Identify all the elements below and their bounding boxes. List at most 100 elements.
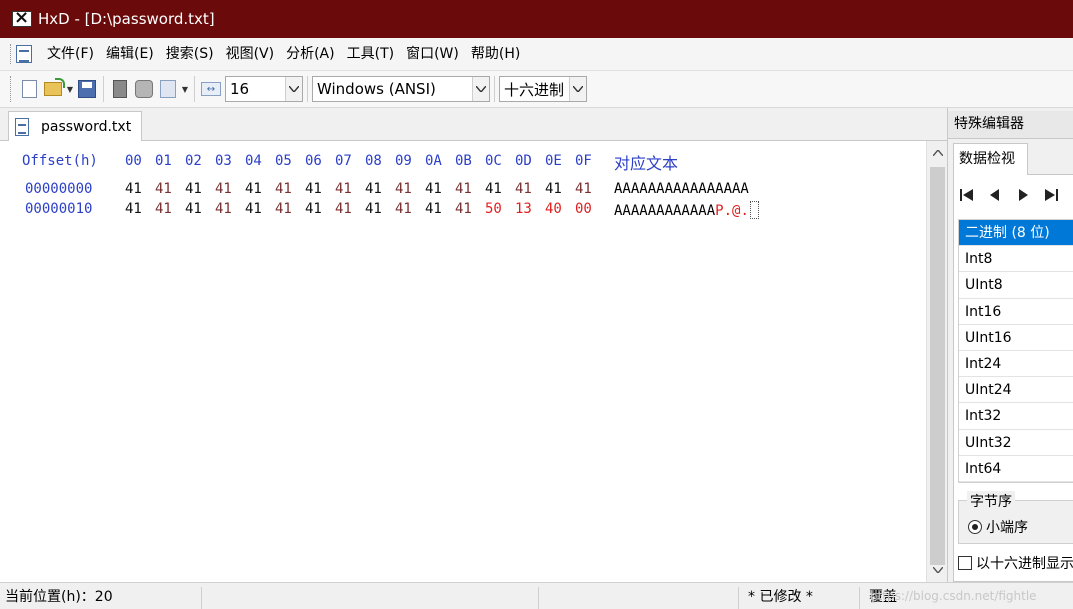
text-column-cell[interactable]: AAAAAAAAAAAAP.@. bbox=[614, 201, 759, 219]
menu-analysis[interactable]: 分析(A) bbox=[280, 38, 341, 71]
open-ram-button[interactable] bbox=[132, 76, 156, 102]
hex-byte[interactable]: 41 bbox=[575, 181, 592, 197]
menu-search[interactable]: 搜索(S) bbox=[160, 38, 220, 71]
data-type-item[interactable]: Int32 bbox=[959, 403, 1073, 430]
hex-byte[interactable]: 41 bbox=[425, 201, 442, 217]
hex-byte[interactable]: 41 bbox=[185, 181, 202, 197]
bytes-per-row-select[interactable]: 16 bbox=[225, 76, 303, 102]
menu-tools[interactable]: 工具(T) bbox=[341, 38, 400, 71]
menu-file[interactable]: 文件(F) bbox=[41, 38, 100, 71]
document-tab-bar: password.txt bbox=[0, 108, 947, 142]
hex-byte[interactable]: 41 bbox=[275, 181, 292, 197]
bytes-per-row-icon-button[interactable]: ↔ bbox=[199, 76, 223, 102]
data-type-item[interactable]: UInt24 bbox=[959, 377, 1073, 404]
page-dropdown-arrow[interactable]: ▼ bbox=[180, 76, 190, 102]
hex-byte[interactable]: 41 bbox=[395, 181, 412, 197]
menu-help[interactable]: 帮助(H) bbox=[465, 38, 526, 71]
page-icon bbox=[160, 80, 176, 98]
save-button[interactable] bbox=[75, 76, 99, 102]
hex-byte[interactable]: 41 bbox=[185, 201, 202, 217]
vertical-scrollbar[interactable] bbox=[926, 141, 947, 582]
menu-view[interactable]: 视图(V) bbox=[220, 38, 281, 71]
hex-byte[interactable]: 41 bbox=[365, 201, 382, 217]
hex-byte[interactable]: 41 bbox=[275, 201, 292, 217]
hex-byte[interactable]: 41 bbox=[335, 181, 352, 197]
next-icon[interactable] bbox=[1014, 186, 1032, 204]
hex-byte[interactable]: 41 bbox=[305, 201, 322, 217]
hex-byte[interactable]: 00 bbox=[575, 201, 592, 217]
caret-cursor bbox=[749, 201, 759, 219]
hex-byte[interactable]: 41 bbox=[125, 181, 142, 197]
charset-select[interactable]: Windows (ANSI) bbox=[312, 76, 490, 102]
show-hex-checkbox[interactable]: 以十六进制显示 bbox=[958, 553, 1073, 573]
document-icon[interactable] bbox=[16, 45, 32, 63]
hex-byte[interactable]: 41 bbox=[485, 181, 502, 197]
data-type-item[interactable]: UInt32 bbox=[959, 429, 1073, 456]
hex-byte[interactable]: 41 bbox=[455, 181, 472, 197]
hex-byte[interactable]: 41 bbox=[245, 181, 262, 197]
hex-byte[interactable]: 41 bbox=[365, 181, 382, 197]
hex-byte[interactable]: 41 bbox=[335, 201, 352, 217]
hxd-app-icon[interactable] bbox=[12, 7, 32, 28]
offset-base-select[interactable]: 十六进制 bbox=[499, 76, 587, 102]
data-type-item[interactable]: Int24 bbox=[959, 350, 1073, 378]
scroll-up-icon[interactable] bbox=[927, 143, 948, 163]
toolbar-grip[interactable] bbox=[10, 76, 13, 102]
data-type-item[interactable]: Int16 bbox=[959, 298, 1073, 325]
radio-selected-icon[interactable] bbox=[968, 520, 982, 534]
menu-window[interactable]: 窗口(W) bbox=[400, 38, 465, 71]
bytes-per-row-value: 16 bbox=[230, 80, 250, 98]
hex-byte[interactable]: 41 bbox=[515, 181, 532, 197]
data-type-item[interactable]: UInt16 bbox=[959, 324, 1073, 351]
hex-byte[interactable]: 41 bbox=[245, 201, 262, 217]
hex-byte[interactable]: 40 bbox=[545, 201, 562, 217]
little-endian-label: 小端序 bbox=[986, 520, 1028, 536]
data-type-item[interactable]: UInt8 bbox=[959, 272, 1073, 299]
text-column-header: 对应文本 bbox=[614, 154, 679, 173]
data-type-item[interactable]: Int64 bbox=[959, 455, 1073, 482]
toolbar-separator bbox=[103, 76, 104, 102]
new-file-button[interactable] bbox=[17, 76, 41, 102]
hex-byte[interactable]: 41 bbox=[455, 201, 472, 217]
data-type-item[interactable]: Int8 bbox=[959, 246, 1073, 273]
hex-byte[interactable]: 13 bbox=[515, 201, 532, 217]
open-file-button[interactable] bbox=[41, 76, 65, 102]
little-endian-radio[interactable]: 小端序 bbox=[968, 517, 1028, 537]
open-dropdown-arrow[interactable]: ▼ bbox=[65, 76, 75, 102]
first-icon[interactable] bbox=[958, 186, 976, 204]
hex-byte[interactable]: 41 bbox=[215, 201, 232, 217]
scroll-down-icon[interactable] bbox=[927, 560, 948, 580]
hex-byte[interactable]: 41 bbox=[155, 181, 172, 197]
hex-byte[interactable]: 41 bbox=[545, 181, 562, 197]
text-plain: AAAAAAAAAAAAAAAA bbox=[614, 181, 749, 197]
menu-grip[interactable] bbox=[10, 44, 13, 64]
hex-byte[interactable]: 41 bbox=[215, 181, 232, 197]
hex-editor-pane[interactable]: Offset(h) 对应文本 00 01 02 03 04 05 06 07 08 09 0A 0B 0… bbox=[0, 141, 926, 582]
checkbox-icon[interactable] bbox=[958, 556, 972, 570]
tab-data-inspector[interactable]: 数据检视 bbox=[953, 143, 1028, 175]
last-icon[interactable] bbox=[1042, 186, 1060, 204]
hex-byte[interactable]: 50 bbox=[485, 201, 502, 217]
open-disk-button[interactable] bbox=[108, 76, 132, 102]
hex-byte[interactable]: 41 bbox=[425, 181, 442, 197]
tab-password-txt[interactable]: password.txt bbox=[8, 111, 142, 142]
hex-byte[interactable]: 41 bbox=[395, 201, 412, 217]
hex-byte[interactable]: 41 bbox=[125, 201, 142, 217]
text-column-cell[interactable]: AAAAAAAAAAAAAAAA bbox=[614, 181, 749, 197]
column-header: 0F bbox=[575, 153, 592, 169]
charset-value: Windows (ANSI) bbox=[317, 80, 436, 98]
menu-edit[interactable]: 编辑(E) bbox=[100, 38, 160, 71]
window-title: HxD - [D:\password.txt] bbox=[38, 10, 215, 28]
hex-byte[interactable]: 41 bbox=[305, 181, 322, 197]
chevron-down-icon[interactable] bbox=[285, 77, 302, 101]
data-type-item[interactable]: 二进制 (8 位) bbox=[959, 220, 1073, 247]
menu-bar: 文件(F) 编辑(E) 搜索(S) 视图(V) 分析(A) 工具(T) 窗口(W… bbox=[0, 38, 1073, 71]
chevron-down-icon[interactable] bbox=[472, 77, 489, 101]
hex-byte[interactable]: 41 bbox=[155, 201, 172, 217]
chevron-down-icon[interactable] bbox=[569, 77, 586, 101]
prev-icon[interactable] bbox=[986, 186, 1004, 204]
page-button[interactable] bbox=[156, 76, 180, 102]
scrollbar-thumb[interactable] bbox=[930, 167, 945, 565]
open-folder-icon bbox=[44, 78, 65, 96]
status-divider bbox=[201, 587, 202, 609]
